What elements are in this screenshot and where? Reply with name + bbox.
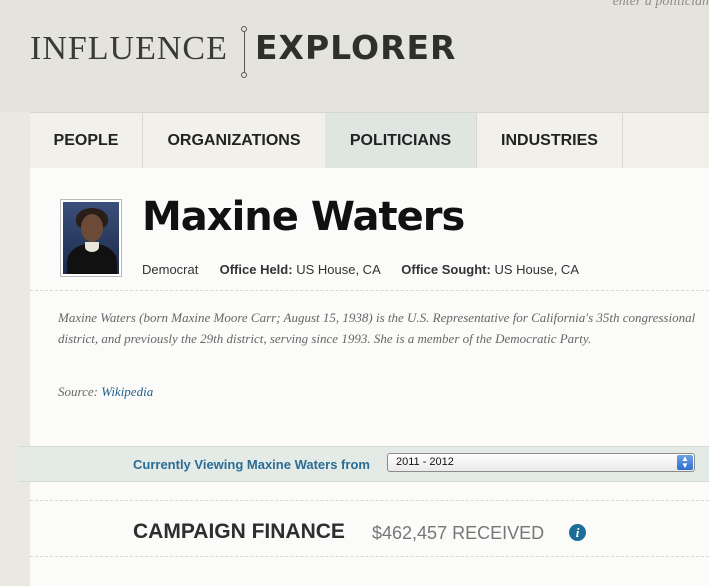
select-arrows-icon: ▲ ▼ (677, 455, 693, 470)
wikipedia-link[interactable]: Wikipedia (101, 384, 153, 399)
office-held-label: Office Held: (219, 262, 293, 277)
bio-source: Source: Wikipedia (58, 384, 153, 400)
logo-text-explorer: EXPLORER (255, 28, 457, 67)
politician-bio: Maxine Waters (born Maxine Moore Carr; A… (58, 310, 696, 346)
site-header: enter a politician INFLUENCE EXPLORER (0, 0, 709, 112)
office-sought-value: US House, CA (494, 262, 579, 277)
main-nav: PEOPLE ORGANIZATIONS POLITICIANS INDUSTR… (30, 112, 709, 169)
divider (30, 556, 709, 557)
logo-divider (241, 26, 247, 78)
office-held-value: US House, CA (296, 262, 381, 277)
politician-photo (60, 199, 122, 277)
divider (30, 500, 709, 501)
search-input[interactable]: enter a politician (613, 0, 709, 10)
logo-text-influence: INFLUENCE (30, 30, 228, 67)
info-icon[interactable]: i (569, 524, 586, 541)
office-sought-label: Office Sought: (401, 262, 491, 277)
tab-industries[interactable]: INDUSTRIES (477, 113, 623, 169)
tab-politicians[interactable]: POLITICIANS (325, 113, 477, 169)
tab-people[interactable]: PEOPLE (30, 113, 143, 169)
party-value: Democrat (142, 262, 199, 277)
campaign-finance-amount: $462,457 RECEIVED (372, 523, 545, 543)
source-label: Source: (58, 384, 98, 399)
divider (30, 290, 709, 291)
cycle-select-value: 2011 - 2012 (396, 456, 454, 468)
politician-meta: Democrat Office Held: US House, CA Offic… (142, 262, 579, 277)
cycle-selector-bar: Currently Viewing Maxine Waters from 201… (18, 446, 709, 482)
cycle-select[interactable]: 2011 - 2012 ▲ ▼ (387, 453, 695, 472)
campaign-finance-title: CAMPAIGN FINANCE (133, 520, 345, 543)
tab-organizations[interactable]: ORGANIZATIONS (143, 113, 326, 169)
politician-name: Maxine Waters (142, 194, 465, 240)
currently-viewing-label: Currently Viewing Maxine Waters from (133, 457, 370, 472)
